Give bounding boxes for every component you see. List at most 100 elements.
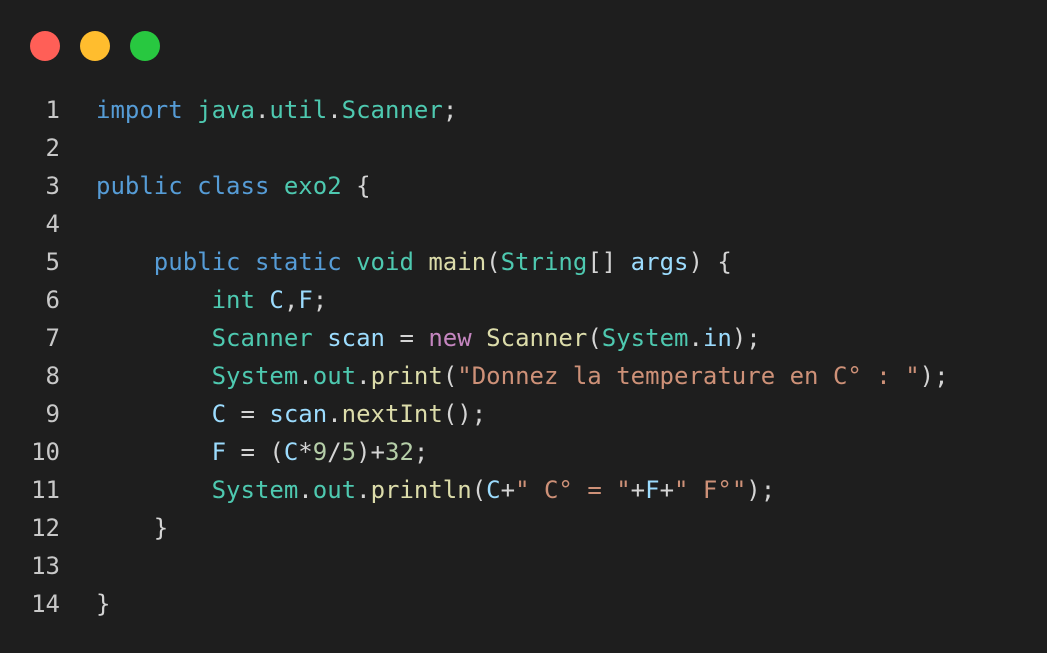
code-token: System <box>601 324 689 352</box>
code-token: = <box>385 324 429 352</box>
code-line: 6 int C,F; <box>0 281 1047 319</box>
code-token: Scanner <box>211 324 313 352</box>
code-token: ); <box>746 476 776 504</box>
line-number: 6 <box>45 286 60 314</box>
code-text: import java.util.Scanner; <box>96 91 457 129</box>
line-number: 9 <box>45 400 60 428</box>
code-token: ; <box>442 96 458 124</box>
code-token: (); <box>442 400 487 428</box>
code-token: Scanner <box>341 96 443 124</box>
minimize-button[interactable] <box>80 31 110 61</box>
code-token: import <box>96 96 183 124</box>
code-text: int C,F; <box>96 281 328 319</box>
code-line: 10 F = (C*9/5)+32; <box>0 433 1047 471</box>
code-token: nextInt <box>341 400 443 428</box>
code-token: ( <box>486 248 501 276</box>
code-token: Scanner <box>486 324 588 352</box>
code-token: . <box>688 324 703 352</box>
code-token: , <box>283 286 299 314</box>
line-number: 12 <box>31 514 60 542</box>
line-number: 5 <box>45 248 60 276</box>
code-text: public class exo2 { <box>96 167 371 205</box>
code-token: C <box>283 438 299 466</box>
code-token: F <box>211 438 227 466</box>
code-token: = <box>226 400 270 428</box>
code-line: 3 public class exo2 { <box>0 167 1047 205</box>
code-line: 12 } <box>0 509 1047 547</box>
code-token: 9 <box>312 438 328 466</box>
code-token: ); <box>919 362 949 390</box>
code-token: )+ <box>356 438 386 466</box>
code-token: scan <box>327 324 385 352</box>
code-line: 2 <box>0 129 1047 167</box>
code-token: . <box>254 96 270 124</box>
code-token: "Donnez la temperature en C° : " <box>457 362 920 390</box>
code-token: . <box>327 400 342 428</box>
code-text: Scanner scan = new Scanner(System.in); <box>96 319 761 357</box>
code-token: ( <box>587 324 602 352</box>
line-number: 1 <box>45 96 60 124</box>
code-text: System.out.println(C+" C° = "+F+" F°"); <box>96 471 776 509</box>
line-number: 14 <box>31 590 60 618</box>
code-token: static <box>254 248 342 276</box>
code-token: scan <box>269 400 328 428</box>
code-token: " C° = " <box>515 476 631 504</box>
code-window: 1 import java.util.Scanner; 2 3 public class… <box>0 0 1047 653</box>
line-number: 2 <box>45 134 60 162</box>
code-text: C = scan.nextInt(); <box>96 395 487 433</box>
code-token: class <box>197 172 270 200</box>
code-token: ) { <box>688 248 732 276</box>
line-number: 8 <box>45 362 60 390</box>
close-button[interactable] <box>30 31 60 61</box>
code-line: 14} <box>0 585 1047 623</box>
code-token: args <box>630 248 689 276</box>
code-token: ); <box>731 324 761 352</box>
code-token: ; <box>312 286 328 314</box>
code-token: + <box>659 476 675 504</box>
code-text: F = (C*9/5)+32; <box>96 433 429 471</box>
code-token: java <box>197 96 255 124</box>
code-token: . <box>298 476 313 504</box>
code-token: exo2 <box>283 172 342 200</box>
code-token: print <box>370 362 443 390</box>
line-number: 13 <box>31 552 60 580</box>
code-token: . <box>356 362 371 390</box>
line-number: 10 <box>31 438 60 466</box>
code-token: ( <box>442 362 458 390</box>
code-token: void <box>356 248 414 276</box>
line-number: 7 <box>45 324 60 352</box>
code-token: C <box>486 476 501 504</box>
code-token: public <box>153 248 241 276</box>
code-token: out <box>312 476 357 504</box>
code-token: in <box>702 324 732 352</box>
maximize-button[interactable] <box>130 31 160 61</box>
code-token: println <box>370 476 472 504</box>
code-token: { <box>341 172 371 200</box>
code-token: C <box>269 286 284 314</box>
code-token: String <box>500 248 588 276</box>
code-token: 32 <box>385 438 414 466</box>
code-token: System <box>211 476 299 504</box>
code-line: 1 import java.util.Scanner; <box>0 91 1047 129</box>
code-token: [] <box>587 248 631 276</box>
code-token: } <box>96 590 111 618</box>
code-line: 4 <box>0 205 1047 243</box>
code-token: } <box>96 514 169 542</box>
code-token: main <box>428 248 487 276</box>
code-token: F <box>298 286 313 314</box>
code-line: 8 System.out.print("Donnez la temperatur… <box>0 357 1047 395</box>
code-editor[interactable]: 1 import java.util.Scanner; 2 3 public class… <box>0 91 1047 623</box>
